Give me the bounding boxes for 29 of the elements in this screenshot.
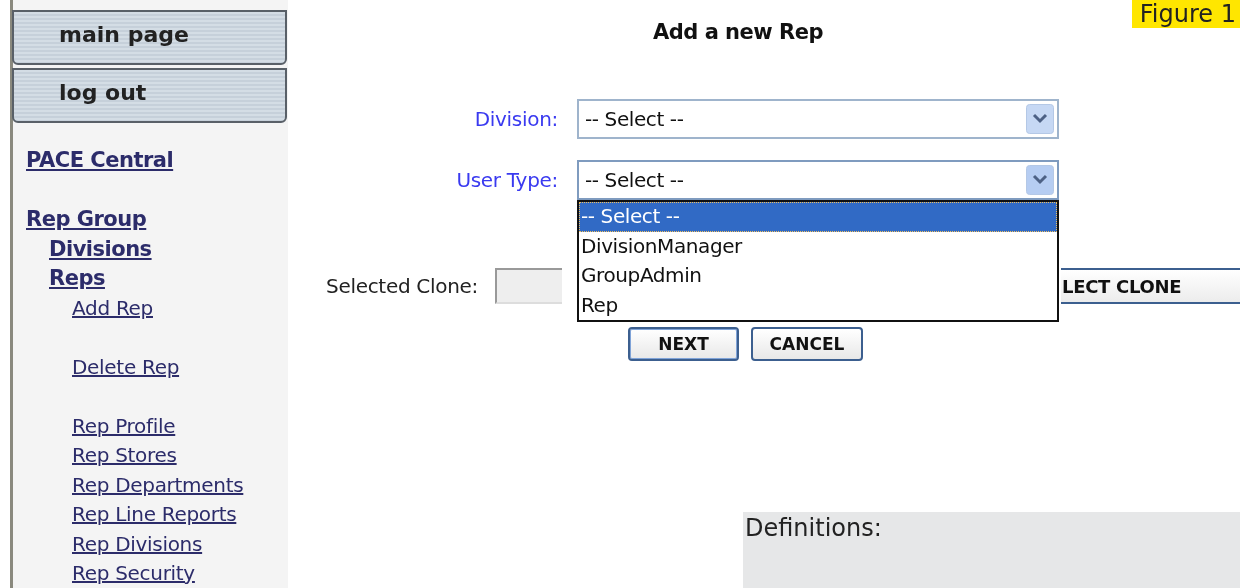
nav-button[interactable]: log out [12,68,287,123]
sidebar-link[interactable]: PACE Central [26,146,174,176]
sidebar-link[interactable]: Rep Departments [72,470,244,500]
dropdown-option[interactable]: GroupAdmin [579,261,1057,291]
figure-label: Figure 1 [1131,0,1240,28]
sidebar-link[interactable]: Rep Divisions [72,529,203,559]
sidebar-link[interactable]: Rep Group [26,205,147,235]
field-label: Selected Clone: [326,274,479,298]
sidebar-link[interactable]: Delete Rep [72,352,180,382]
sidebar-link[interactable]: Rep Security [72,559,195,588]
field-label: Division: [473,107,558,131]
field-label: User Type: [455,168,558,192]
nav-button[interactable]: main page [12,10,287,65]
sidebar-link[interactable]: Add Rep [72,293,153,323]
dropdown-option[interactable]: DivisionManager [579,231,1057,261]
sidebar-link[interactable]: Divisions [49,234,152,264]
form-button[interactable]: NEXT [628,327,739,361]
sidebar-link[interactable]: Rep Stores [72,441,177,471]
definitions-heading: Definitions: [745,514,882,542]
form-button[interactable]: CANCEL [751,327,863,361]
sidebar-link[interactable]: Rep Line Reports [72,500,237,530]
select-field[interactable]: -- Select -- [577,99,1059,139]
select-clone-button[interactable]: LECT CLONE [1061,268,1240,304]
dropdown-option[interactable]: Rep [579,290,1057,320]
clone-field[interactable] [495,268,563,304]
dropdown-option[interactable]: -- Select -- [579,202,1057,232]
sidebar-link[interactable]: Rep Profile [72,411,176,441]
select-field[interactable]: -- Select -- [577,160,1059,200]
sidebar-link[interactable]: Reps [49,264,105,294]
